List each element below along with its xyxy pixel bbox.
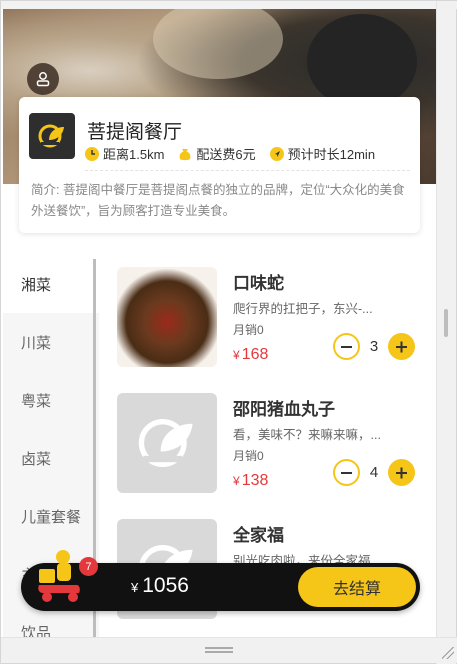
window-bottom-strip — [1, 637, 457, 663]
product-title: 口味蛇 — [233, 274, 284, 293]
cart-count-badge: 7 — [79, 557, 98, 576]
category-item-yue[interactable]: 粤菜 — [3, 371, 99, 429]
card-divider — [85, 170, 410, 171]
delivery-fee-info: 配送费6元 — [178, 144, 256, 163]
total-value: 1056 — [142, 574, 189, 597]
shop-meta: 距离1.5km 配送费6元 预计时长12min — [85, 144, 375, 163]
quantity-value: 4 — [369, 464, 379, 481]
list-item[interactable]: 口味蛇 爬行界的扛把子，东兴-... 月销0 ¥168 3 — [101, 255, 437, 381]
eta-text: 预计时长12min — [287, 147, 376, 162]
delivery-fee-text: 配送费6元 — [196, 147, 256, 162]
window-top-strip — [1, 1, 457, 9]
category-item-xiang[interactable]: 湘菜 — [3, 255, 99, 313]
category-label: 湘菜 — [21, 276, 52, 294]
product-price: ¥138 — [233, 472, 268, 490]
user-icon — [36, 72, 50, 87]
price-value: 168 — [241, 346, 269, 363]
quantity-stepper: 4 — [333, 459, 415, 486]
product-title: 邵阳猪血丸子 — [233, 400, 335, 419]
price-currency: ¥ — [233, 474, 240, 488]
category-label: 儿童套餐 — [21, 508, 82, 526]
shop-intro: 简介: 菩提阁中餐厅是菩提阁点餐的独立的品牌，定位“大众化的美食外送餐饮”，旨为… — [31, 183, 405, 218]
category-item-kids-set[interactable]: 儿童套餐 — [3, 487, 99, 545]
banner-plate-image — [153, 9, 283, 79]
increase-button[interactable] — [388, 333, 415, 360]
product-sales: 月销0 — [233, 323, 264, 337]
cart-total: ¥1056 — [131, 574, 189, 598]
increase-button[interactable] — [388, 459, 415, 486]
distance-text: 距离1.5km — [103, 147, 165, 162]
quantity-stepper: 3 — [333, 333, 415, 360]
resize-handle-icon[interactable] — [442, 647, 454, 659]
user-avatar-button[interactable] — [27, 63, 59, 95]
price-value: 138 — [241, 472, 269, 489]
leaf-placeholder-icon — [138, 419, 193, 467]
product-desc: 爬行界的扛把子，东兴-... — [233, 302, 373, 316]
product-sales: 月销0 — [233, 449, 264, 463]
category-item-chuan[interactable]: 川菜 — [3, 313, 99, 371]
shop-logo — [29, 113, 75, 159]
eta-info: 预计时长12min — [269, 144, 376, 163]
checkout-button[interactable]: 去结算 — [298, 567, 416, 607]
banner-bowl-image — [307, 14, 417, 109]
product-image-placeholder[interactable] — [117, 393, 217, 493]
category-label: 卤菜 — [21, 450, 52, 468]
product-image[interactable] — [117, 267, 217, 367]
delivery-rider-icon[interactable] — [33, 547, 89, 605]
category-label: 粤菜 — [21, 392, 52, 410]
navigation-icon — [269, 146, 284, 161]
shop-name: 菩提阁餐厅 — [87, 122, 183, 143]
money-bag-icon — [180, 148, 191, 160]
product-title: 全家福 — [233, 526, 284, 545]
product-price: ¥168 — [233, 346, 268, 364]
clock-icon — [85, 146, 99, 161]
category-item-lu[interactable]: 卤菜 — [3, 429, 99, 487]
distance-info: 距离1.5km — [85, 144, 164, 163]
page-scrollbar[interactable] — [436, 1, 456, 664]
app-window: 菩提阁餐厅 距离1.5km 配送费6元 预计时长12min 简介: 菩提阁中餐厅… — [0, 0, 457, 664]
scrollbar-thumb[interactable] — [444, 309, 448, 337]
total-currency: ¥ — [131, 580, 139, 595]
decrease-button[interactable] — [333, 333, 360, 360]
product-desc: 看，美味不？来嘛来嘛，... — [233, 428, 381, 442]
list-item[interactable]: 邵阳猪血丸子 看，美味不？来嘛来嘛，... 月销0 ¥138 4 — [101, 381, 437, 507]
quantity-value: 3 — [369, 338, 379, 355]
price-currency: ¥ — [233, 348, 240, 362]
decrease-button[interactable] — [333, 459, 360, 486]
bottom-grip-handle[interactable] — [205, 647, 233, 649]
category-label: 川菜 — [21, 334, 52, 352]
leaf-logo-icon — [38, 124, 64, 148]
shop-info-card: 菩提阁餐厅 距离1.5km 配送费6元 预计时长12min 简介: 菩提阁中餐厅… — [19, 97, 420, 233]
